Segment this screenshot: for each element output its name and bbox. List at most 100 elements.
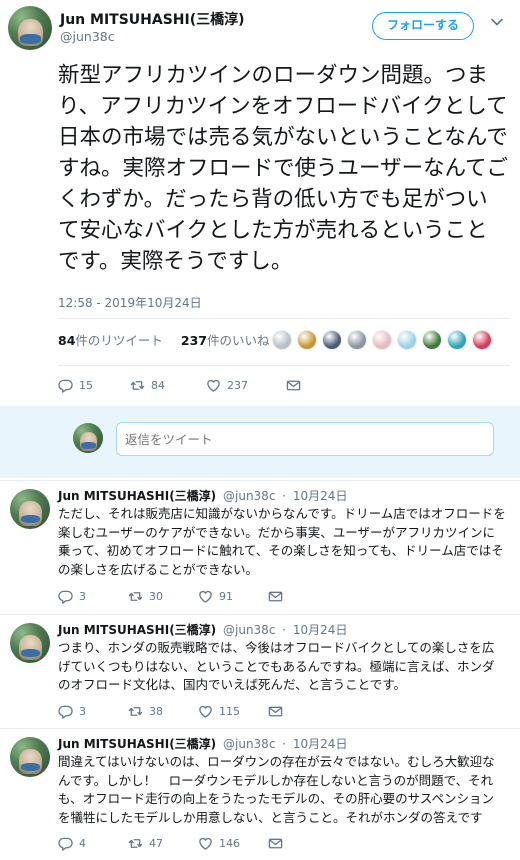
reply-icon	[58, 590, 73, 604]
reply-tweet[interactable]: Jun MITSUHASHI(三橋淳) @jun38c · 10月24日 ただし…	[0, 480, 520, 604]
user-avatar	[73, 423, 103, 453]
retweet-button[interactable]: 84	[130, 378, 206, 393]
reply-separator: ·	[282, 737, 287, 751]
liker-avatar[interactable]	[372, 330, 392, 350]
reply-count: 3	[79, 590, 86, 603]
dm-button[interactable]	[268, 836, 338, 851]
reply-avatar[interactable]	[10, 623, 50, 663]
dm-button[interactable]	[268, 704, 338, 719]
reply-date[interactable]: 10月24日	[293, 489, 348, 503]
like-button[interactable]: 146	[198, 836, 268, 851]
retweet-count: 47	[149, 837, 163, 850]
reply-button[interactable]: 3	[58, 589, 128, 604]
reply-icon	[58, 837, 73, 851]
reply-count: 15	[79, 379, 93, 392]
reply-input[interactable]	[116, 422, 494, 456]
reply-tweet[interactable]: Jun MITSUHASHI(三橋淳) @jun38c · 10月24日 間違え…	[0, 728, 520, 860]
author-name[interactable]: Jun MITSUHASHI(三橋淳)	[60, 9, 245, 29]
chevron-down-icon[interactable]	[490, 15, 504, 29]
envelope-icon	[268, 838, 283, 849]
reply-date[interactable]: 10月24日	[293, 623, 348, 637]
tweet-stats: 84件のリツイート 237件のいいね	[58, 330, 270, 356]
reply-actions: 4 47 146	[58, 836, 338, 851]
envelope-icon	[268, 591, 283, 602]
tweet-header: Jun MITSUHASHI(三橋淳) @jun38c フォローする	[0, 0, 520, 52]
like-count: 237	[180, 333, 207, 348]
tweet-actions: 15 84 237	[58, 378, 356, 393]
reply-actions: 3 30 91	[58, 589, 338, 604]
dm-button[interactable]	[268, 589, 338, 604]
reply-author-name[interactable]: Jun MITSUHASHI(三橋淳)	[58, 623, 216, 637]
reply-text: つまり、ホンダの販売戦略では、今後はオフロードバイクとしての楽しさを広げていくつ…	[58, 640, 495, 692]
dm-button[interactable]	[286, 378, 356, 393]
like-count: 146	[219, 837, 240, 850]
reply-icon	[58, 379, 73, 393]
reply-count: 3	[79, 705, 86, 718]
reply-icon	[58, 705, 73, 719]
liker-avatar[interactable]	[347, 330, 367, 350]
reply-separator: ·	[282, 489, 287, 503]
liker-avatar[interactable]	[297, 330, 317, 350]
heart-icon	[199, 705, 212, 718]
reply-button[interactable]: 4	[58, 836, 128, 851]
reply-separator: ·	[282, 623, 287, 637]
envelope-icon	[268, 706, 283, 717]
liker-avatar[interactable]	[397, 330, 417, 350]
retweet-count: 84	[151, 379, 165, 392]
liker-avatars	[272, 330, 492, 354]
like-count: 91	[219, 590, 233, 603]
liker-avatar[interactable]	[447, 330, 467, 350]
liker-avatar[interactable]	[422, 330, 442, 350]
reply-avatar[interactable]	[10, 737, 50, 777]
retweet-icon	[128, 707, 143, 716]
author-avatar[interactable]	[8, 6, 52, 50]
reply-header: Jun MITSUHASHI(三橋淳) @jun38c · 10月24日	[58, 621, 347, 638]
reply-header: Jun MITSUHASHI(三橋淳) @jun38c · 10月24日	[58, 487, 347, 504]
divider	[58, 365, 510, 366]
reply-tweet[interactable]: Jun MITSUHASHI(三橋淳) @jun38c · 10月24日 つまり…	[0, 614, 520, 726]
author-handle[interactable]: @jun38c	[60, 29, 115, 44]
like-count: 115	[219, 705, 240, 718]
retweet-count: 30	[149, 590, 163, 603]
reply-composer	[0, 406, 520, 478]
reply-author-handle[interactable]: @jun38c	[223, 737, 275, 751]
reply-count: 4	[79, 837, 86, 850]
reply-author-name[interactable]: Jun MITSUHASHI(三橋淳)	[58, 489, 216, 503]
reply-author-handle[interactable]: @jun38c	[223, 623, 275, 637]
reply-button[interactable]: 3	[58, 704, 128, 719]
tweet-text: 新型アフリカツインのローダウン問題。つまり、アフリカツインをオフロードバイクとし…	[58, 63, 508, 274]
heart-icon	[199, 590, 212, 603]
liker-avatar[interactable]	[472, 330, 492, 350]
retweet-button[interactable]: 38	[128, 704, 198, 719]
reply-actions: 3 38 115	[58, 704, 338, 719]
heart-icon	[207, 379, 220, 392]
retweet-icon	[130, 381, 145, 390]
retweet-stat-label: 件のリツイート	[75, 333, 163, 348]
liker-avatar[interactable]	[272, 330, 292, 350]
like-stat[interactable]: 237件のいいね	[181, 333, 270, 348]
retweet-icon	[128, 592, 143, 601]
liker-avatar[interactable]	[322, 330, 342, 350]
follow-button[interactable]: フォローする	[372, 12, 474, 40]
retweet-button[interactable]: 47	[128, 836, 198, 851]
retweet-stat[interactable]: 84件のリツイート	[58, 333, 163, 348]
tweet-timestamp[interactable]: 12:58 - 2019年10月24日	[58, 294, 202, 311]
retweet-button[interactable]: 30	[128, 589, 198, 604]
like-button[interactable]: 115	[198, 704, 268, 719]
reply-button[interactable]: 15	[58, 378, 130, 393]
retweet-icon	[128, 839, 143, 848]
divider	[58, 318, 510, 319]
reply-text: 間違えてはいけないのは、ローダウンの存在が云々ではない。むしろ大歓迎なんです。し…	[58, 754, 495, 825]
like-button[interactable]: 91	[198, 589, 268, 604]
reply-date[interactable]: 10月24日	[293, 737, 348, 751]
reply-avatar[interactable]	[10, 489, 50, 529]
reply-text: ただし、それは販売店に知識がないからなんです。ドリーム店ではオフロードを楽しむユ…	[58, 506, 506, 577]
like-button[interactable]: 237	[206, 378, 286, 393]
envelope-icon	[286, 380, 301, 391]
reply-author-name[interactable]: Jun MITSUHASHI(三橋淳)	[58, 737, 216, 751]
retweet-count: 84	[58, 333, 76, 348]
like-count: 237	[227, 379, 248, 392]
retweet-count: 38	[149, 705, 163, 718]
reply-header: Jun MITSUHASHI(三橋淳) @jun38c · 10月24日	[58, 735, 347, 752]
reply-author-handle[interactable]: @jun38c	[223, 489, 275, 503]
